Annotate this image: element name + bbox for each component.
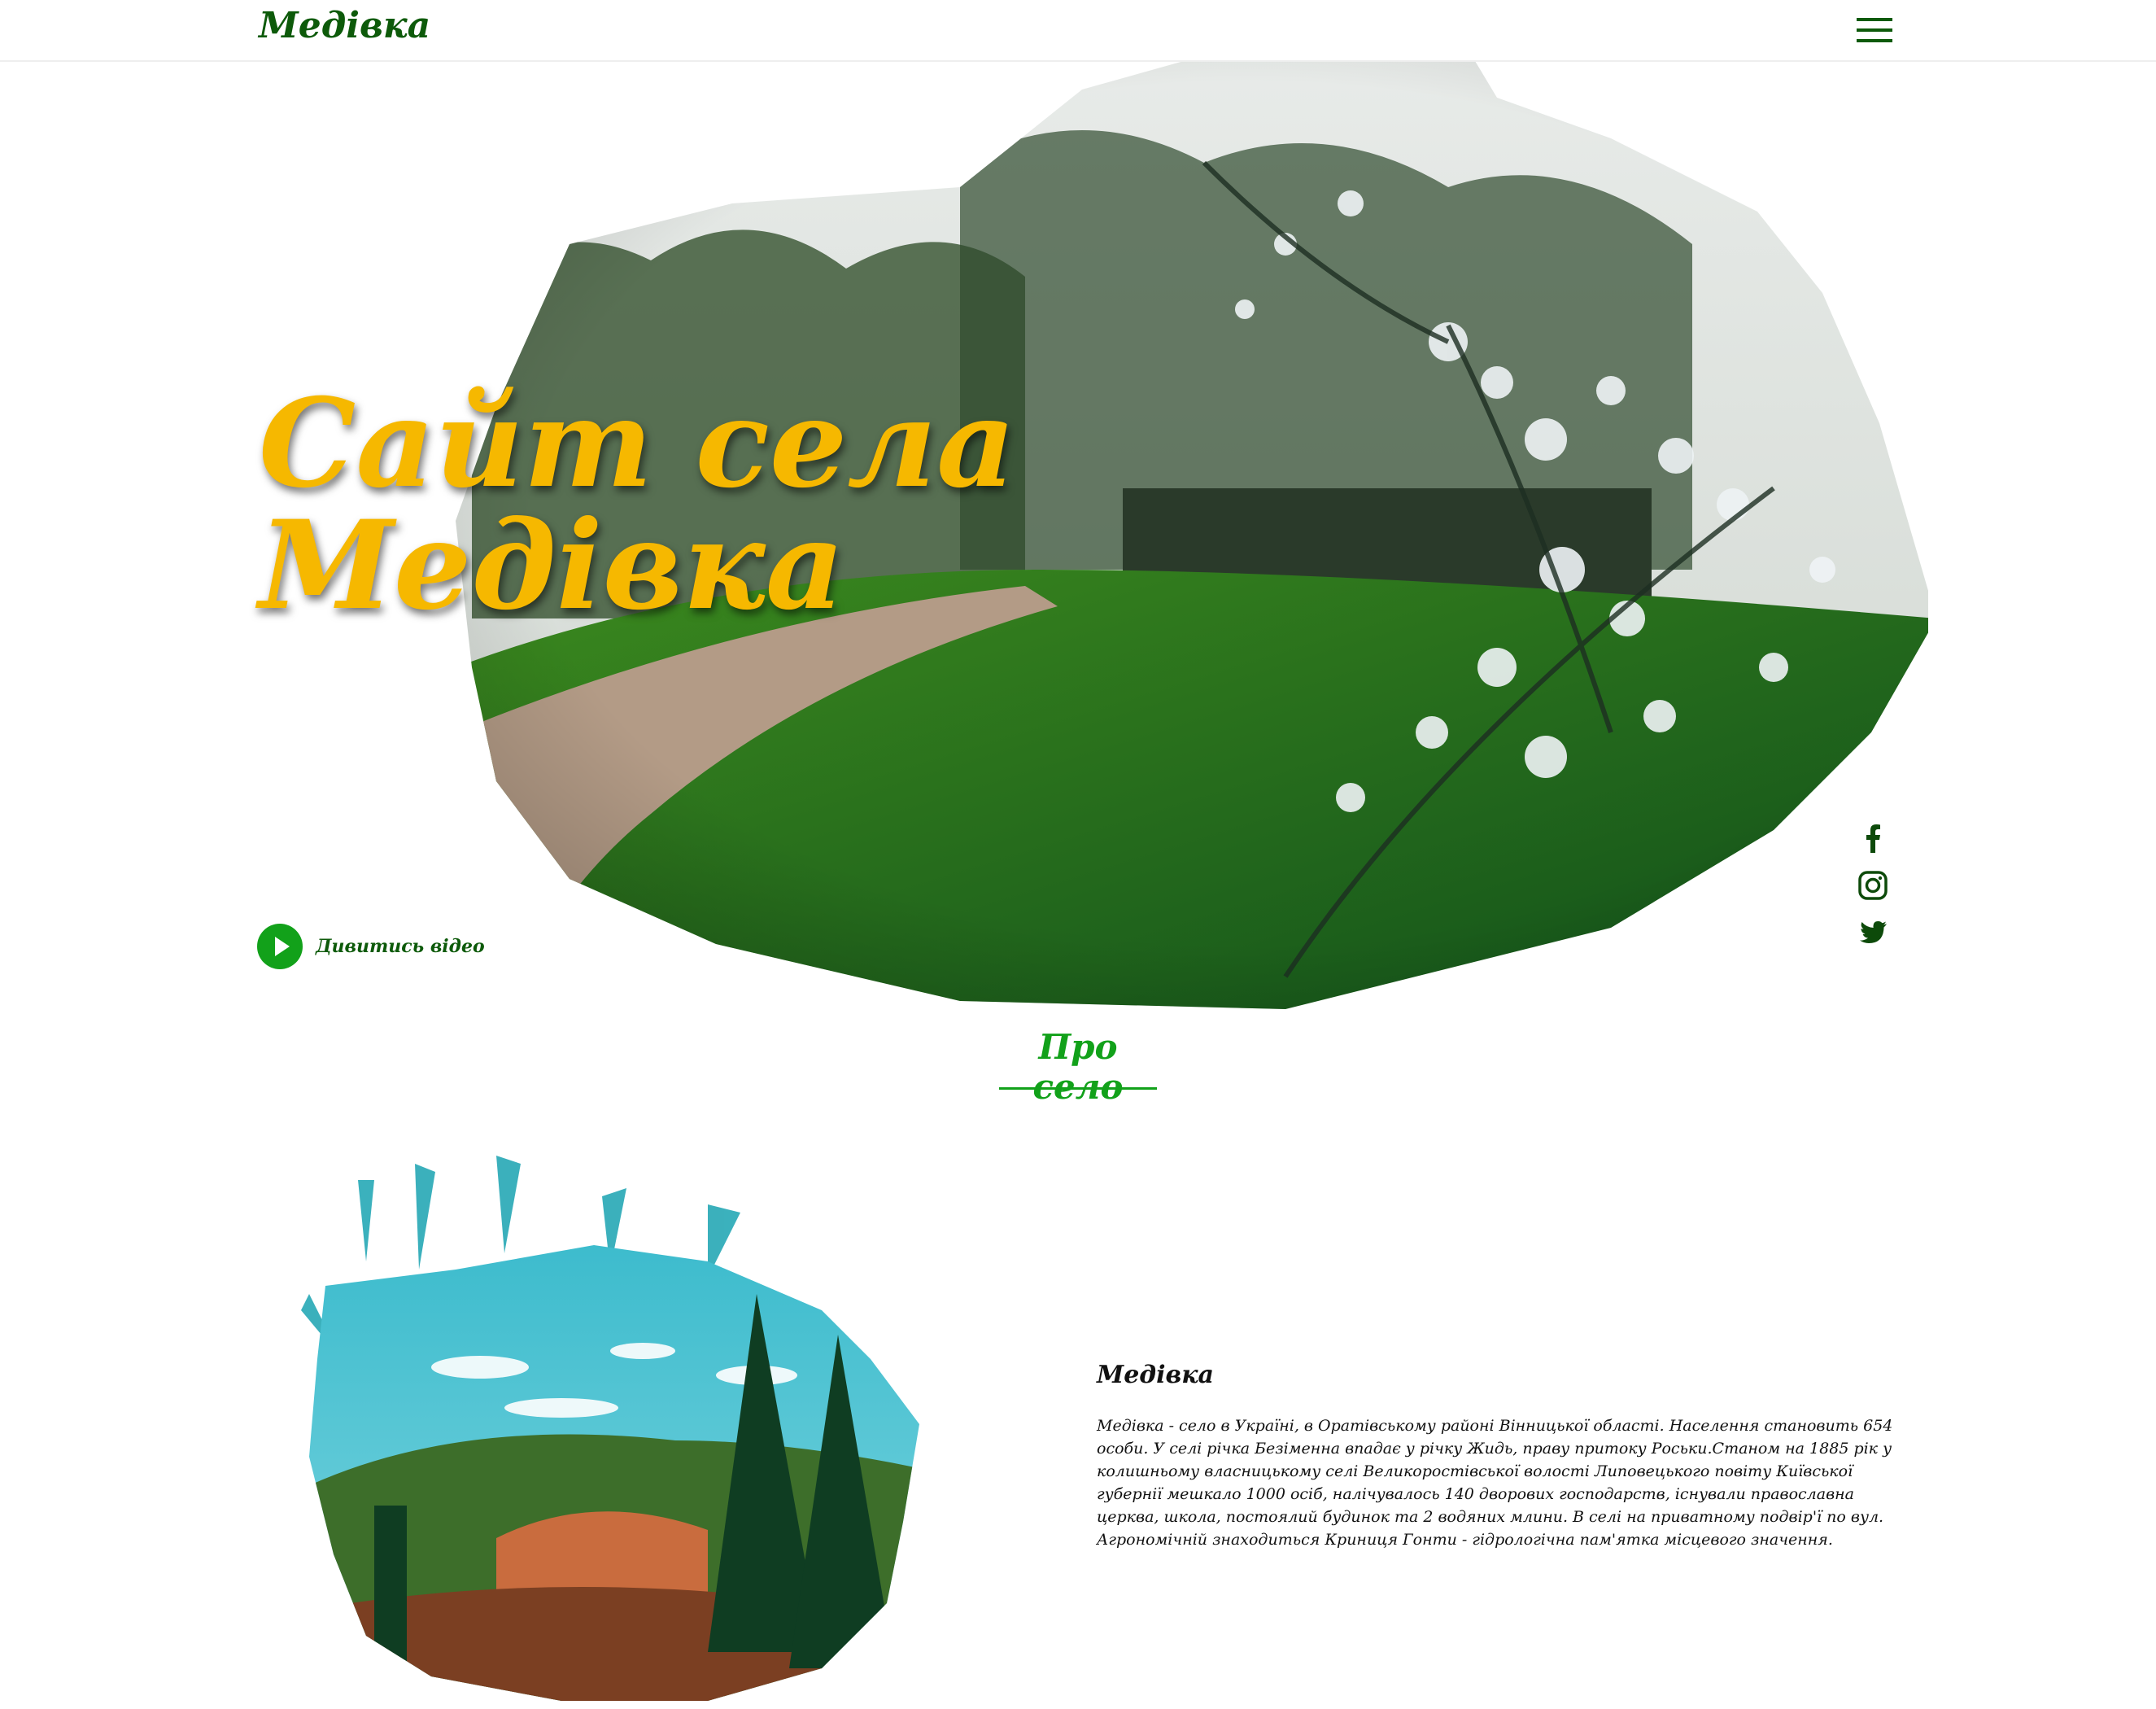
village-title: Медівка (1097, 1361, 1214, 1389)
hero-title: Сайт села Медівка (259, 382, 1015, 627)
hamburger-menu-icon[interactable] (1857, 18, 1892, 44)
hero-title-line2: Медівка (259, 494, 845, 637)
village-photo (301, 1156, 919, 1701)
facebook-icon[interactable] (1857, 822, 1889, 854)
page: Медівка Сайт села Медівка Дивитись відео… (0, 0, 2156, 1709)
about-heading: Про село (1032, 1027, 1124, 1107)
hero-title-line1: Сайт села (259, 372, 1016, 515)
social-links (1857, 822, 1889, 964)
instagram-icon[interactable] (1857, 869, 1889, 902)
village-description: Медівка - село в Україні, в Оратівському… (1097, 1417, 1893, 1549)
watch-video-button[interactable]: Дивитись відео (257, 923, 485, 970)
site-logo[interactable]: Медівка (259, 5, 430, 46)
site-header: Медівка (0, 0, 2156, 62)
watch-video-label[interactable]: Дивитись відео (316, 936, 485, 957)
play-icon[interactable] (257, 924, 303, 969)
twitter-icon[interactable] (1857, 916, 1889, 949)
